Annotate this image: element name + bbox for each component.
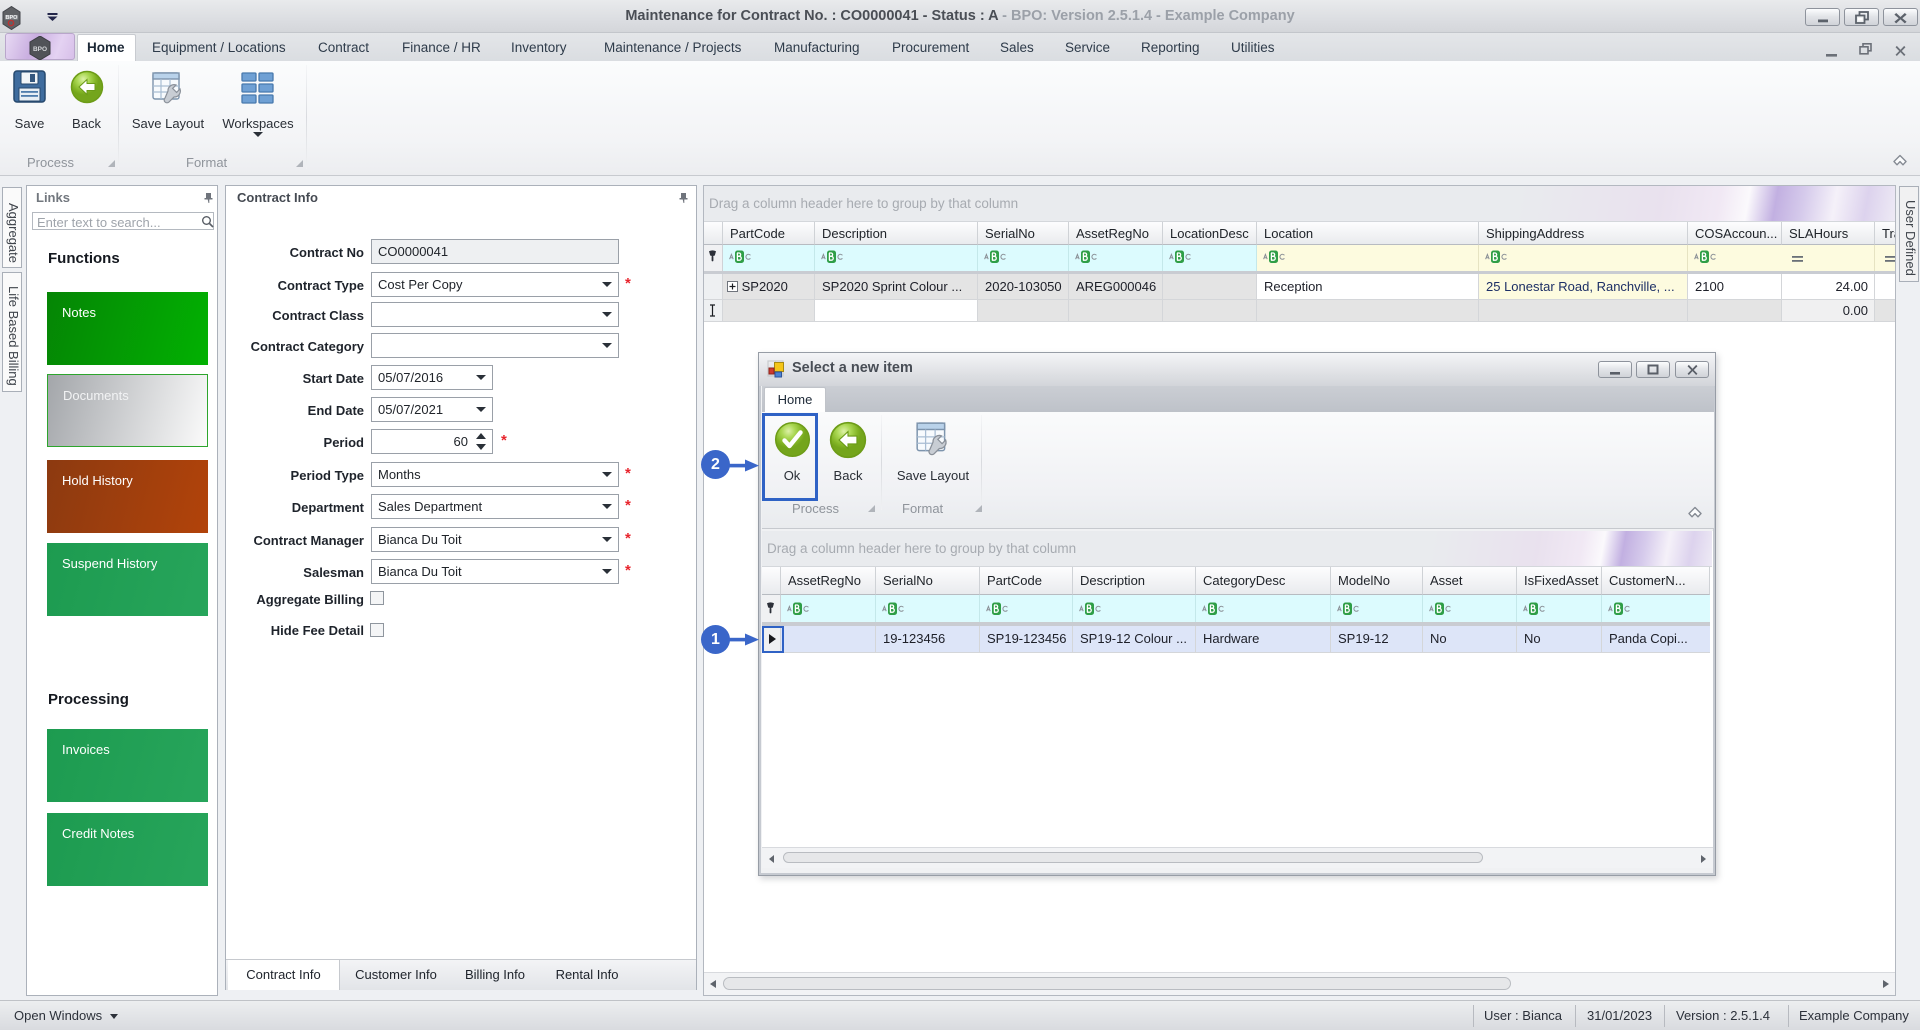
svg-text:BPO: BPO bbox=[33, 46, 47, 53]
